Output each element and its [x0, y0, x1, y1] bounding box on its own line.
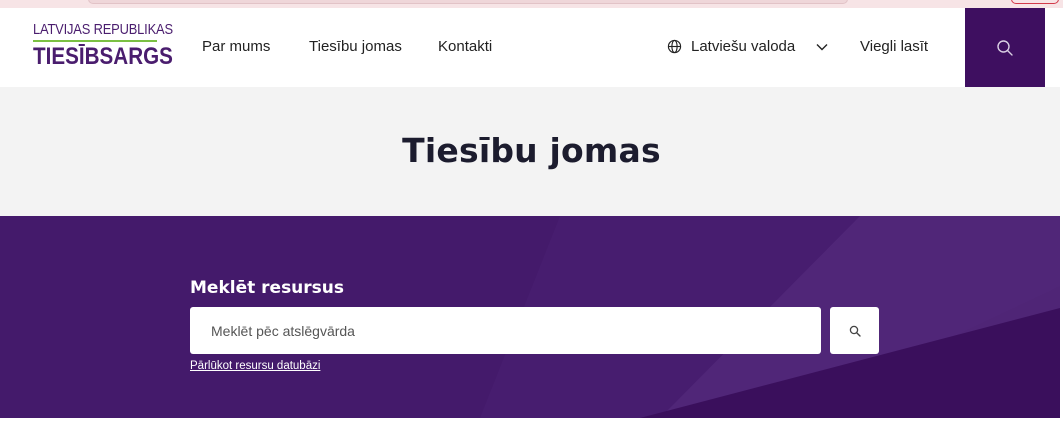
site-logo[interactable]: LATVIJAS REPUBLIKAS TIESĪBSARGS: [33, 21, 196, 69]
easy-read-link[interactable]: Viegli lasīt: [860, 38, 928, 55]
search-icon: [997, 39, 1013, 56]
language-selector[interactable]: Latviešu valoda: [667, 38, 828, 55]
page-title: Tiesību jomas: [402, 131, 661, 170]
browser-address-bar[interactable]: [88, 0, 848, 4]
header-search-button[interactable]: [965, 8, 1045, 87]
language-label: Latviešu valoda: [691, 38, 796, 55]
logo-top-line: LATVIJAS REPUBLIKAS: [33, 21, 173, 38]
globe-icon: [667, 39, 682, 54]
page-hero: Tiesību jomas: [0, 87, 1063, 216]
site-header: LATVIJAS REPUBLIKAS TIESĪBSARGS Par mums…: [0, 8, 1063, 95]
resource-search-section: Meklēt resursus Pārlūkot resursu datubāz…: [0, 216, 1060, 418]
search-heading: Meklēt resursus: [190, 278, 345, 298]
browse-database-link[interactable]: Pārlūkot resursu datubāzi: [190, 360, 320, 372]
browser-chrome-strip: [0, 0, 1063, 8]
logo-divider: [33, 40, 157, 42]
search-icon: [849, 325, 861, 337]
search-submit-button[interactable]: [830, 307, 879, 354]
nav-item-par-mums[interactable]: Par mums: [202, 38, 270, 55]
nav-item-tiesibu-jomas[interactable]: Tiesību jomas: [309, 38, 402, 55]
search-input[interactable]: [190, 307, 821, 354]
browser-profile-button[interactable]: [1011, 0, 1059, 4]
nav-item-kontakti[interactable]: Kontakti: [438, 38, 492, 55]
chevron-down-icon: [816, 43, 828, 50]
logo-main-line: TIESĪBSARGS: [33, 43, 173, 70]
